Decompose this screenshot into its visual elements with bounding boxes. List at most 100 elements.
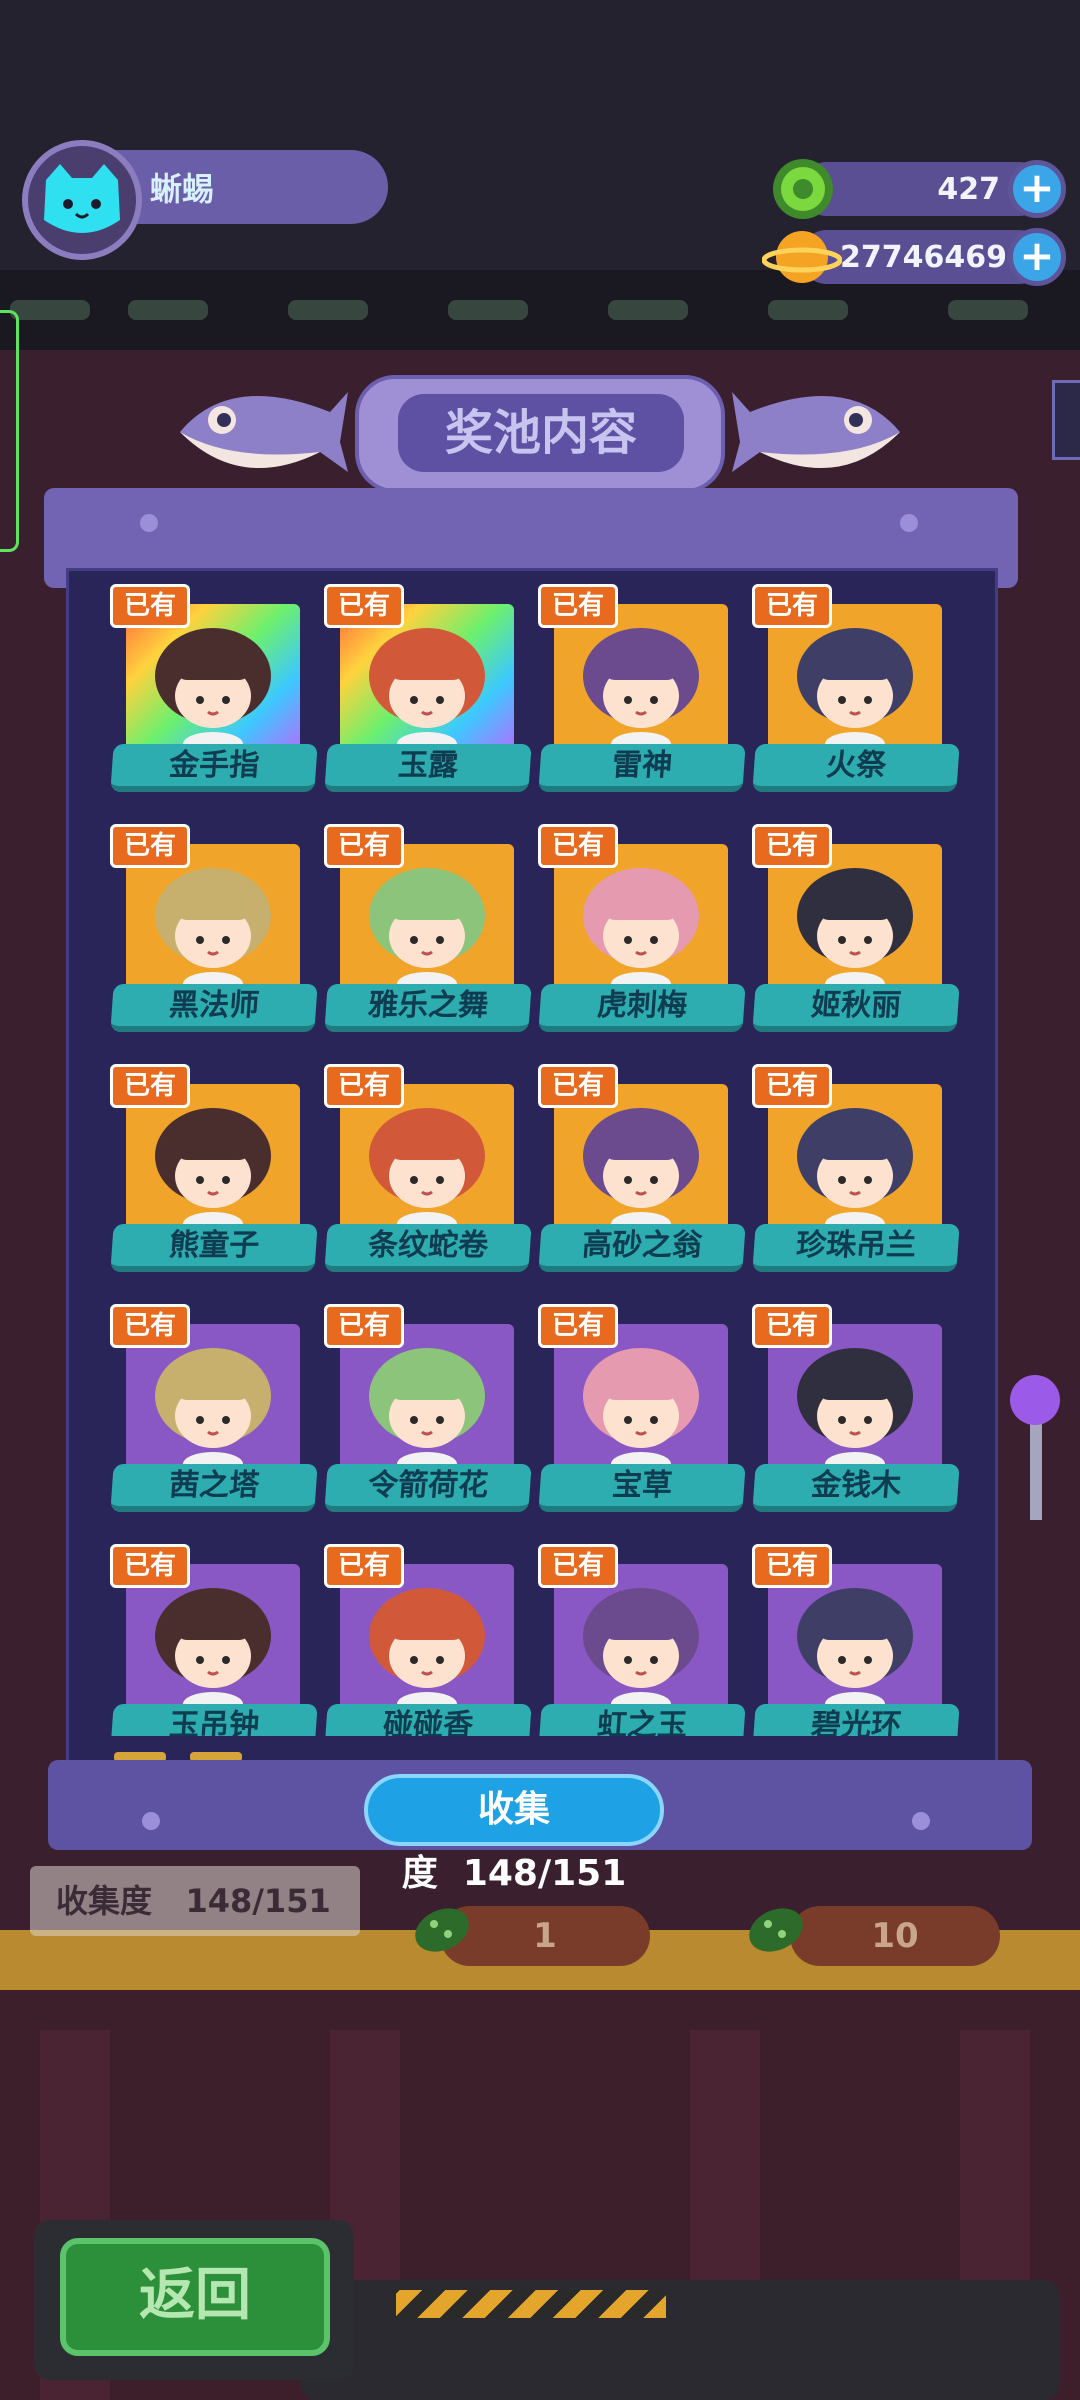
prize-item[interactable]: 虹之玉 已有 (538, 1544, 748, 1736)
planet-value: 27746469 (840, 240, 1007, 275)
character-portrait-icon (797, 868, 913, 994)
green-coin-icon (773, 159, 833, 219)
owned-badge: 已有 (110, 1064, 190, 1108)
owned-badge: 已有 (324, 1064, 404, 1108)
prize-item[interactable]: 珍珠吊兰 已有 (752, 1064, 962, 1274)
prize-item[interactable]: 高砂之翁 已有 (538, 1064, 748, 1274)
prize-name: 碰碰香 (324, 1704, 532, 1736)
cucumber-icon (415, 1908, 469, 1952)
prize-item[interactable]: 碧光环 已有 (752, 1544, 962, 1736)
prize-item[interactable]: 火祭 已有 (752, 584, 962, 794)
fish-ornament-left (180, 392, 348, 472)
prize-name: 珍珠吊兰 (752, 1224, 960, 1272)
progress-value: 148/151 (462, 1853, 627, 1894)
strip-light (448, 300, 528, 320)
prize-name: 火祭 (752, 744, 960, 792)
bolt (900, 514, 918, 532)
lever-knob[interactable] (1010, 1375, 1060, 1425)
prize-name: 金钱木 (752, 1464, 960, 1512)
strip-light (768, 300, 848, 320)
prize-name: 碧光环 (752, 1704, 960, 1736)
prize-item[interactable]: 姬秋丽 已有 (752, 824, 962, 1034)
prize-item[interactable]: 雷神 已有 (538, 584, 748, 794)
draw-ten-count: 10 (871, 1916, 919, 1956)
owned-badge: 已有 (538, 584, 618, 628)
strip-light (10, 300, 90, 320)
prize-name: 黑法师 (110, 984, 318, 1032)
character-portrait-icon (155, 1588, 271, 1714)
owned-badge: 已有 (538, 1544, 618, 1588)
owned-badge: 已有 (752, 1064, 832, 1108)
prize-name: 宝草 (538, 1464, 746, 1512)
hazard-stripe (396, 2290, 666, 2318)
prize-name: 雅乐之舞 (324, 984, 532, 1032)
prize-item[interactable]: 碰碰香 已有 (324, 1544, 534, 1736)
prize-item[interactable]: 条纹蛇卷 已有 (324, 1064, 534, 1274)
prize-grid[interactable]: 金手指 已有 玉露 已有 雷神 已有 火祭 已有 黑法师 已有 雅乐之舞 已有 虎刺梅 已有 姬秋丽 已有 熊童… (110, 584, 966, 1736)
owned-badge: 已有 (324, 1304, 404, 1348)
fish-ornament-right (732, 392, 900, 472)
add-coins-button[interactable]: + (1008, 160, 1066, 218)
back-button[interactable]: 返回 (60, 2238, 330, 2356)
character-portrait-icon (369, 1108, 485, 1234)
owned-badge: 已有 (110, 584, 190, 628)
owned-badge: 已有 (110, 824, 190, 868)
draw-ten-button[interactable]: 10 (790, 1906, 1000, 1966)
character-portrait-icon (583, 628, 699, 754)
add-planets-button[interactable]: + (1008, 228, 1066, 286)
character-portrait-icon (583, 1588, 699, 1714)
character-portrait-icon (797, 628, 913, 754)
back-button-label: 返回 (139, 2263, 251, 2328)
prize-item[interactable]: 茜之塔 已有 (110, 1304, 320, 1514)
prize-item[interactable]: 玉露 已有 (324, 584, 534, 794)
prize-item[interactable]: 令箭荷花 已有 (324, 1304, 534, 1514)
character-portrait-icon (155, 628, 271, 754)
owned-badge: 已有 (538, 824, 618, 868)
player-name: 蜥蜴 (150, 170, 215, 208)
character-portrait-icon (155, 1348, 271, 1474)
character-portrait-icon (369, 628, 485, 754)
prize-item[interactable]: 金手指 已有 (110, 584, 320, 794)
prize-name: 玉吊钟 (110, 1704, 318, 1736)
prize-item[interactable]: 黑法师 已有 (110, 824, 320, 1034)
prize-name: 高砂之翁 (538, 1224, 746, 1272)
side-scroll-handle[interactable] (1052, 380, 1080, 460)
prize-item[interactable]: 熊童子 已有 (110, 1064, 320, 1274)
character-portrait-icon (369, 1348, 485, 1474)
dialog-title: 奖池内容 (444, 405, 637, 461)
planet-icon (762, 231, 842, 283)
owned-badge: 已有 (110, 1304, 190, 1348)
strip-light (128, 300, 208, 320)
prize-item[interactable]: 金钱木 已有 (752, 1304, 962, 1514)
character-portrait-icon (583, 1348, 699, 1474)
coin-value: 427 (937, 172, 1000, 207)
background-stat-label: 收集度 (56, 1882, 153, 1920)
avatar-cat-icon[interactable] (38, 160, 126, 244)
prize-name: 玉露 (324, 744, 532, 792)
character-portrait-icon (583, 868, 699, 994)
bolt (142, 1812, 160, 1830)
owned-badge: 已有 (752, 1304, 832, 1348)
prize-name: 姬秋丽 (752, 984, 960, 1032)
character-portrait-icon (797, 1348, 913, 1474)
bolt (912, 1812, 930, 1830)
prize-item[interactable]: 宝草 已有 (538, 1304, 748, 1514)
owned-badge: 已有 (324, 584, 404, 628)
character-portrait-icon (369, 1588, 485, 1714)
draw-one-count: 1 (533, 1916, 557, 1956)
strip-light (948, 300, 1028, 320)
prize-item[interactable]: 玉吊钟 已有 (110, 1544, 320, 1736)
prize-item[interactable]: 虎刺梅 已有 (538, 824, 748, 1034)
background-collection-stat: 收集度 148/151 (30, 1866, 360, 1936)
prize-item[interactable]: 雅乐之舞 已有 (324, 824, 534, 1034)
prize-name: 雷神 (538, 744, 746, 792)
lever-stick (1030, 1420, 1042, 1520)
strip-light (608, 300, 688, 320)
prize-name: 茜之塔 (110, 1464, 318, 1512)
strip-light (288, 300, 368, 320)
prize-name: 熊童子 (110, 1224, 318, 1272)
owned-badge: 已有 (110, 1544, 190, 1588)
character-portrait-icon (797, 1588, 913, 1714)
background-stat-value: 148/151 (185, 1882, 331, 1920)
prize-name: 条纹蛇卷 (324, 1224, 532, 1272)
